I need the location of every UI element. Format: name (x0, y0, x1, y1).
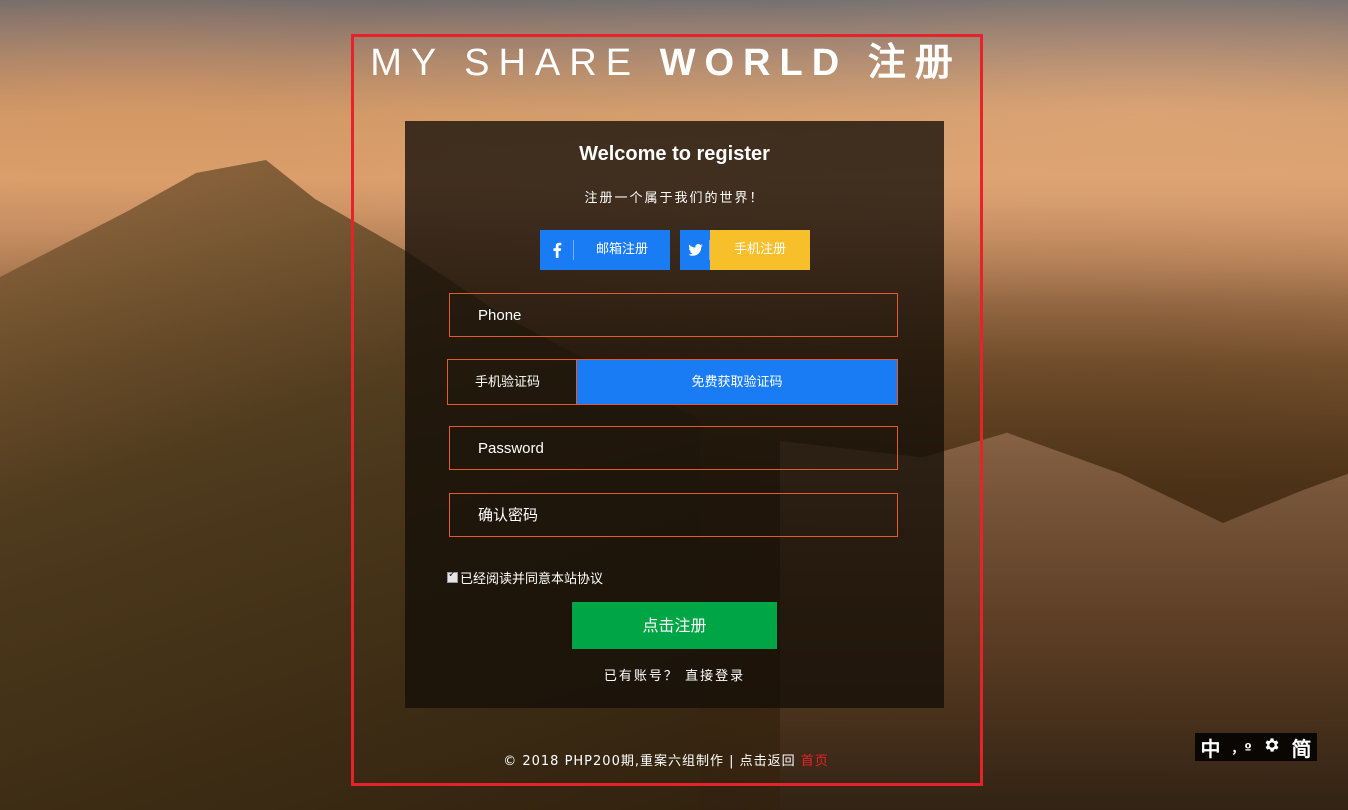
site-title: MY SHARE WORLD 注册 (354, 38, 978, 88)
phone-field[interactable] (449, 293, 898, 337)
agreement-row: 已经阅读并同意本站协议 (447, 568, 603, 587)
punctuation-toggle[interactable]: ，º (1231, 738, 1251, 757)
email-register-button[interactable]: 邮箱注册 (540, 230, 670, 270)
verification-code-input[interactable] (448, 360, 576, 404)
phone-input[interactable] (450, 294, 897, 336)
login-link[interactable]: 直接登录 (685, 669, 745, 684)
password-field[interactable] (449, 426, 898, 470)
login-prompt-text: 已有账号？ (603, 669, 679, 684)
register-panel: Welcome to register 注册一个属于我们的世界！ 邮箱注册 手机… (405, 121, 944, 708)
verification-code-field[interactable] (447, 359, 577, 405)
gear-icon[interactable] (1263, 735, 1281, 759)
confirm-password-input[interactable] (450, 494, 897, 536)
login-prompt: 已有账号？ 直接登录 (405, 665, 944, 684)
facebook-icon (540, 230, 574, 270)
footer: © 2018 PHP200期,重案六组制作 | 点击返回 首页 (354, 750, 978, 769)
email-register-label: 邮箱注册 (595, 242, 648, 257)
register-submit-button[interactable]: 点击注册 (572, 602, 777, 649)
welcome-subtitle: 注册一个属于我们的世界！ (584, 191, 765, 206)
agreement-checkbox[interactable] (447, 569, 458, 583)
agreement-label[interactable]: 已经阅读并同意本站协议 (460, 568, 603, 587)
chinese-input-toggle[interactable]: 中 (1200, 733, 1220, 762)
verification-code-row: 免费获取验证码 (447, 359, 898, 405)
welcome-heading: Welcome to register (579, 143, 770, 165)
password-input[interactable] (450, 427, 897, 469)
phone-register-button[interactable]: 手机注册 (680, 230, 810, 270)
footer-text: © 2018 PHP200期,重案六组制作 | 点击返回 (503, 754, 796, 769)
twitter-icon (680, 230, 710, 270)
confirm-password-field[interactable] (449, 493, 898, 537)
get-code-button[interactable]: 免费获取验证码 (577, 359, 898, 405)
site-title-thin: MY SHARE (370, 42, 641, 84)
language-toolbar: 中 ，º 简 (1195, 733, 1317, 761)
site-title-bold: WORLD 注册 (659, 42, 962, 84)
simplified-toggle[interactable]: 简 (1292, 733, 1312, 762)
phone-register-label: 手机注册 (733, 242, 786, 257)
home-link[interactable]: 首页 (801, 754, 829, 769)
